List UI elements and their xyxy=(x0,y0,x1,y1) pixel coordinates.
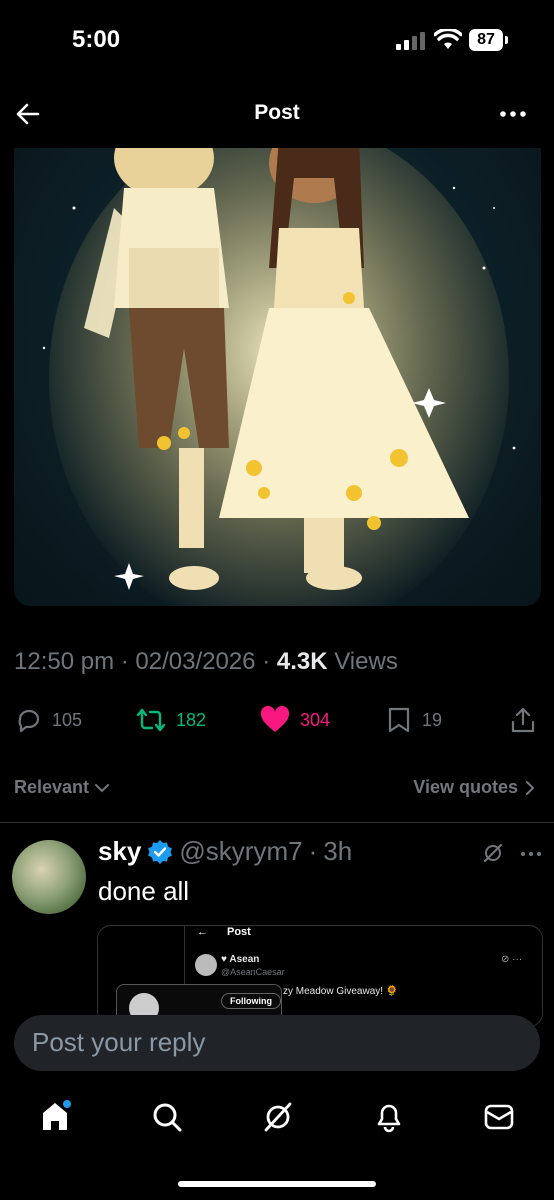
reply-count: 105 xyxy=(52,709,83,730)
sort-label: Relevant xyxy=(14,777,90,797)
post-time: 12:50 pm xyxy=(14,648,115,675)
divider xyxy=(0,822,554,823)
post-date: 02/03/2026 xyxy=(135,648,256,675)
wifi-icon xyxy=(434,29,462,49)
views-count: 4.3K xyxy=(276,648,328,675)
like-button[interactable]: 304 xyxy=(260,706,330,734)
embed-snippet: zy Meadow Giveaway! 🌻 xyxy=(283,986,399,997)
chevron-right-icon xyxy=(526,780,535,795)
bookmark-count: 19 xyxy=(422,709,443,730)
reply-author-name[interactable]: sky xyxy=(98,836,141,867)
bookmark-button[interactable]: 19 xyxy=(386,706,442,734)
reply-text: done all xyxy=(98,876,190,906)
notifications-bell-icon[interactable] xyxy=(373,1100,405,1134)
grok-icon[interactable] xyxy=(482,842,504,864)
embed-title: Post xyxy=(227,926,251,938)
views-label: Views xyxy=(334,648,398,675)
sort-dropdown[interactable]: Relevant xyxy=(14,777,111,798)
page-title: Post xyxy=(254,101,300,124)
reply-icon xyxy=(18,709,40,733)
grok-tab-icon[interactable] xyxy=(262,1100,294,1134)
battery-tip xyxy=(505,36,508,44)
battery-indicator: 87 xyxy=(469,29,503,51)
reply-author-handle[interactable]: @skyrym7 xyxy=(179,836,302,867)
reply-age: 3h xyxy=(323,836,353,866)
embed-more-icon: ⊘ ··· xyxy=(501,954,523,965)
reply-compose-input[interactable]: Post your reply xyxy=(14,1015,540,1071)
embed-back-arrow: ← xyxy=(197,926,208,938)
embed-avatar xyxy=(195,954,217,976)
repost-icon xyxy=(136,708,166,732)
reply-more-icon[interactable] xyxy=(520,850,542,858)
status-time: 5:00 xyxy=(72,26,121,53)
embed-author-name-text: Asean xyxy=(229,954,260,965)
more-options-icon[interactable] xyxy=(498,102,528,126)
share-button[interactable] xyxy=(510,706,536,734)
post-meta: 12:50 pm · 02/03/2026 · 4.3K Views xyxy=(14,648,398,675)
heart-icon xyxy=(260,706,290,732)
embed-author-handle: @AseanCaesar xyxy=(221,967,285,977)
post-image[interactable] xyxy=(14,148,541,606)
chevron-down-icon xyxy=(95,783,110,792)
messages-icon[interactable] xyxy=(483,1100,515,1134)
view-quotes-label: View quotes xyxy=(413,777,518,797)
embed-following-pill: Following xyxy=(221,993,281,1009)
verified-badge-icon xyxy=(148,839,173,864)
repost-count: 182 xyxy=(176,709,207,730)
reply-button[interactable]: 105 xyxy=(14,706,82,734)
separator-dot: · xyxy=(308,836,318,866)
compose-placeholder: Post your reply xyxy=(32,1027,206,1057)
embed-author-name: ♥ Asean xyxy=(221,954,260,965)
reply-attached-image[interactable]: ← Post ♥ Asean @AseanCaesar zy Meadow Gi… xyxy=(97,925,543,1027)
home-indicator xyxy=(178,1181,376,1187)
home-icon[interactable] xyxy=(40,1100,72,1134)
search-icon[interactable] xyxy=(151,1100,183,1134)
like-count: 304 xyxy=(300,709,331,730)
reply-header: sky @skyrym7 · 3h xyxy=(98,836,352,867)
view-quotes-link[interactable]: View quotes xyxy=(413,777,536,798)
bookmark-icon xyxy=(388,707,410,733)
share-icon xyxy=(511,707,535,733)
repost-button[interactable]: 182 xyxy=(136,706,206,734)
cellular-signal-icon xyxy=(396,32,425,50)
characters-illustration xyxy=(42,148,516,606)
avatar[interactable] xyxy=(12,840,86,914)
